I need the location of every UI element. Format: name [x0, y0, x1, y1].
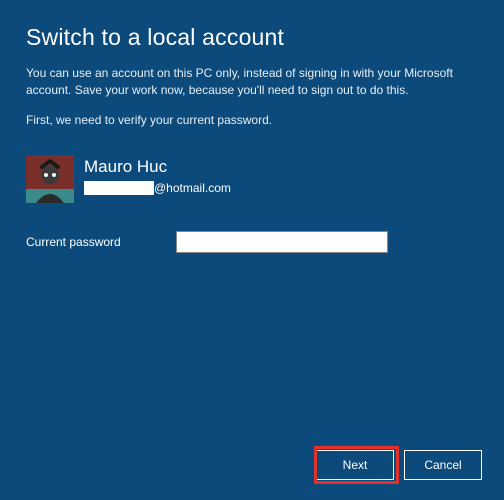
dialog-buttons: Next Cancel — [316, 450, 482, 480]
description-text: You can use an account on this PC only, … — [26, 65, 478, 99]
avatar — [26, 155, 74, 203]
current-password-input[interactable] — [176, 231, 388, 253]
email-domain: @hotmail.com — [154, 181, 231, 195]
password-row: Current password — [26, 231, 478, 253]
user-email: @hotmail.com — [84, 181, 231, 195]
next-button[interactable]: Next — [316, 450, 394, 480]
email-redacted — [84, 181, 154, 195]
verify-prompt: First, we need to verify your current pa… — [26, 113, 478, 127]
cancel-button[interactable]: Cancel — [404, 450, 482, 480]
user-info: Mauro Huc @hotmail.com — [26, 155, 478, 203]
password-label: Current password — [26, 235, 176, 249]
user-details: Mauro Huc @hotmail.com — [84, 155, 231, 195]
page-title: Switch to a local account — [26, 24, 478, 51]
switch-account-dialog: Switch to a local account You can use an… — [0, 0, 504, 253]
user-display-name: Mauro Huc — [84, 157, 231, 177]
